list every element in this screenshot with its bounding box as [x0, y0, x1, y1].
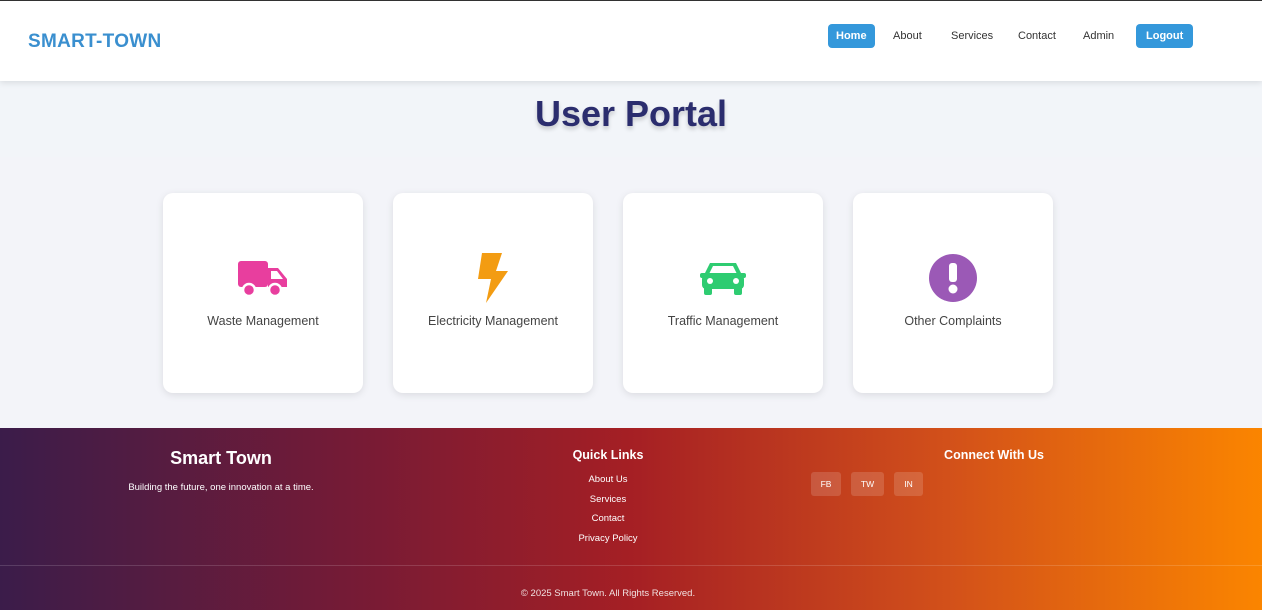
nav-admin[interactable]: Admin	[1075, 24, 1122, 48]
nav-contact[interactable]: Contact	[1010, 24, 1064, 48]
card-label: Other Complaints	[904, 314, 1002, 328]
card-label: Electricity Management	[428, 314, 558, 328]
truck-icon	[238, 261, 287, 298]
site-footer: Smart Town Building the future, one inno…	[0, 428, 1262, 610]
footer-link-contact[interactable]: Contact	[548, 513, 668, 524]
footer-divider	[0, 565, 1262, 566]
card-waste-management[interactable]: Waste Management	[163, 193, 363, 393]
nav-home[interactable]: Home	[828, 24, 875, 48]
connect-heading: Connect With Us	[944, 448, 1044, 462]
nav-services[interactable]: Services	[943, 24, 1001, 48]
instagram-link[interactable]: IN	[894, 472, 923, 496]
card-traffic-management[interactable]: Traffic Management	[623, 193, 823, 393]
hero-section: User Portal	[0, 81, 1262, 157]
twitter-link[interactable]: TW	[851, 472, 884, 496]
card-other-complaints[interactable]: Other Complaints	[853, 193, 1053, 393]
footer-link-services[interactable]: Services	[548, 494, 668, 505]
card-label: Waste Management	[207, 314, 319, 328]
card-label: Traffic Management	[667, 314, 779, 328]
card-electricity-management[interactable]: Electricity Management	[393, 193, 593, 393]
footer-tagline: Building the future, one innovation at a…	[128, 482, 314, 493]
page-title: User Portal	[534, 93, 728, 134]
site-header: SMART-TOWN Home About Services Contact A…	[0, 1, 1262, 81]
service-cards: Waste Management Electricity Management …	[0, 193, 1262, 393]
footer-link-privacy[interactable]: Privacy Policy	[548, 533, 668, 544]
quick-links-heading: Quick Links	[572, 448, 644, 462]
footer-title: Smart Town	[170, 448, 272, 468]
bolt-icon	[478, 253, 508, 303]
logout-button[interactable]: Logout	[1136, 24, 1194, 48]
copyright-text: © 2025 Smart Town. All Rights Reserved.	[520, 588, 696, 599]
exclamation-circle-icon	[929, 254, 977, 302]
facebook-link[interactable]: FB	[811, 472, 841, 496]
nav-about[interactable]: About	[885, 24, 930, 48]
footer-link-about[interactable]: About Us	[548, 474, 668, 485]
main-nav: Home About Services Contact Admin Logout	[0, 24, 1262, 48]
car-icon	[700, 263, 746, 295]
